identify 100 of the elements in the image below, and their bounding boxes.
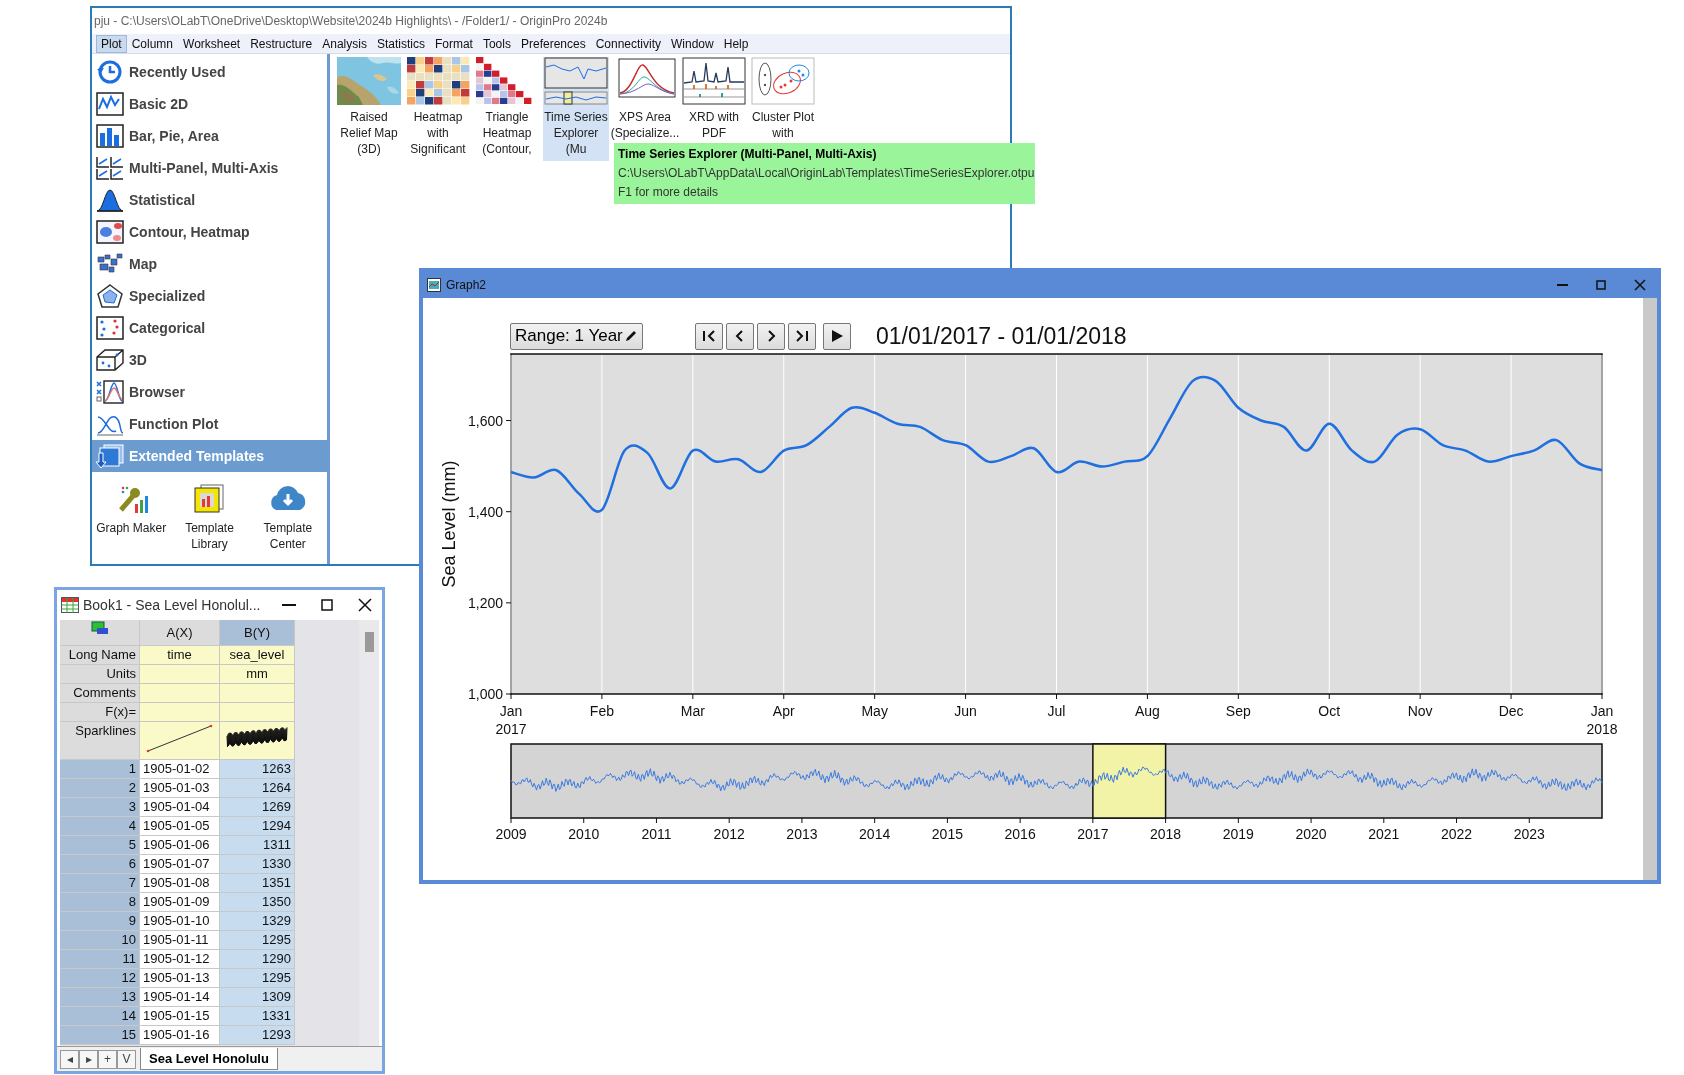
category-item[interactable]: Browser [92,376,327,408]
menu-item[interactable]: Column [126,34,179,53]
row-number: 8 [60,893,140,912]
sheet-nav-button[interactable]: V [117,1049,136,1069]
menu-item[interactable]: Restructure [245,34,318,53]
sheet-nav-button[interactable]: + [98,1049,117,1069]
table-cell: 1905-01-12 [140,950,220,969]
sparkline [144,722,215,754]
category-item[interactable]: Categorical [92,312,327,344]
template-item[interactable]: Heatmap with Significant [405,57,471,161]
menu-item[interactable]: Analysis [317,34,372,53]
menu-item[interactable]: Plot [96,34,127,53]
template-label: XPS Area (Specialize... [610,109,680,141]
category-item[interactable]: 3D [92,344,327,376]
menu-item[interactable]: Statistics [371,34,430,53]
table-cell: 1331 [220,1007,295,1026]
tool-button[interactable]: Graph Maker [93,482,170,552]
last-button[interactable] [788,322,816,350]
tool-button[interactable]: Template Library [171,482,248,552]
category-item[interactable]: Contour, Heatmap [92,216,327,248]
template-item[interactable]: Cluster Plot with [750,57,816,145]
first-button[interactable] [695,322,723,350]
play-button[interactable] [823,322,851,350]
x-tick-label: Jul [1047,703,1066,719]
sheet-tab[interactable]: Sea Level Honolulu [140,1048,278,1070]
pencil-icon [624,329,638,343]
x-tick-label: Aug [1134,703,1160,719]
table-cell: 1293 [220,1026,295,1045]
table-cell: 1309 [220,988,295,1007]
template-label: Cluster Plot with [751,109,815,141]
row-label: Units [60,665,140,684]
table-cell: 1905-01-02 [140,760,220,779]
category-item[interactable]: Specialized [92,280,327,312]
row-label: F(x)= [60,703,140,722]
year-label: 2018 [1150,826,1182,842]
template-item[interactable]: Triangle Heatmap (Contour, [474,57,540,161]
menu-item[interactable]: Connectivity [590,34,667,53]
category-item[interactable]: Function Plot [92,408,327,440]
xrd-chart-thumbnail [682,57,746,105]
maximize-icon [1596,280,1606,290]
table-cell: 1905-01-07 [140,855,220,874]
category-item[interactable]: Multi-Panel, Multi-Axis [92,152,327,184]
x-tick-label: Apr [772,703,795,719]
multi-panel-icon [95,155,125,181]
menu-item[interactable]: Window [666,34,719,53]
y-tick-label: 1,200 [467,594,503,611]
year-label: 2021 [1368,826,1400,842]
graph-window-icon [427,278,441,292]
table-cell: 1329 [220,912,295,931]
category-item[interactable]: Map [92,248,327,280]
scroll-thumb[interactable] [364,632,374,652]
row-number: 15 [60,1026,140,1045]
date-range: 01/01/2017 - 01/01/2018 [876,322,1127,350]
menu-item[interactable]: Tools [477,34,516,53]
browser-chart-icon [95,379,125,405]
range-button[interactable]: Range: 1 Year [510,322,643,350]
x-tick-label: Sep [1225,703,1251,719]
year-label: 2011 [641,826,672,842]
heatmap-thumbnail [406,57,470,105]
tooltip-hint: F1 for more details [618,184,720,201]
template-item[interactable]: XPS Area (Specialize... [612,57,678,145]
cube-icon [95,347,125,373]
scrollbar[interactable] [1643,298,1657,880]
menu-item[interactable]: Worksheet [178,34,246,53]
close-icon [1634,279,1646,291]
selection-window[interactable] [1092,743,1167,819]
x-tick-label: Feb [589,703,614,719]
template-item[interactable]: Raised Relief Map (3D) [336,57,402,161]
category-item[interactable]: Basic 2D [92,88,327,120]
x-tick-label: May [861,703,888,719]
x-tick-label: Nov [1407,703,1433,719]
menu-item[interactable]: Format [429,34,478,53]
table-cell: 1350 [220,893,295,912]
year-label: 2022 [1440,826,1473,842]
previous-button[interactable] [726,322,754,350]
year-label: 2016 [1004,826,1036,842]
y-tick-label: 1,600 [467,412,503,429]
table-cell: 1263 [220,760,295,779]
time-series-thumbnail [544,57,608,105]
category-item[interactable]: Bar, Pie, Area [92,120,327,152]
category-item[interactable]: Statistical [92,184,327,216]
column-header[interactable]: B(Y) [220,620,295,646]
table-cell: 1269 [220,798,295,817]
scrollbar[interactable] [359,620,379,1046]
table-cell: 1905-01-08 [140,874,220,893]
template-item[interactable]: Time Series Explorer (Mu [543,57,609,161]
category-item[interactable]: Recently Used [92,56,327,88]
menu-item[interactable]: Help [718,34,754,53]
worksheet-icon [61,597,79,613]
tooltip-title: Time Series Explorer (Multi-Panel, Multi-Axis) [618,146,878,163]
folder-icon [90,620,109,636]
sheet-nav-button[interactable]: ▸ [79,1049,98,1069]
next-button[interactable] [757,322,785,350]
template-label: XRD with PDF [688,109,740,141]
menu-item[interactable]: Preferences [515,34,591,53]
template-item[interactable]: XRD with PDF [681,57,747,145]
table-cell: 1905-01-10 [140,912,220,931]
sheet-nav-button[interactable]: ◂ [60,1049,79,1069]
column-header[interactable]: A(X) [140,620,220,646]
tool-button[interactable]: Template Center [249,482,326,552]
